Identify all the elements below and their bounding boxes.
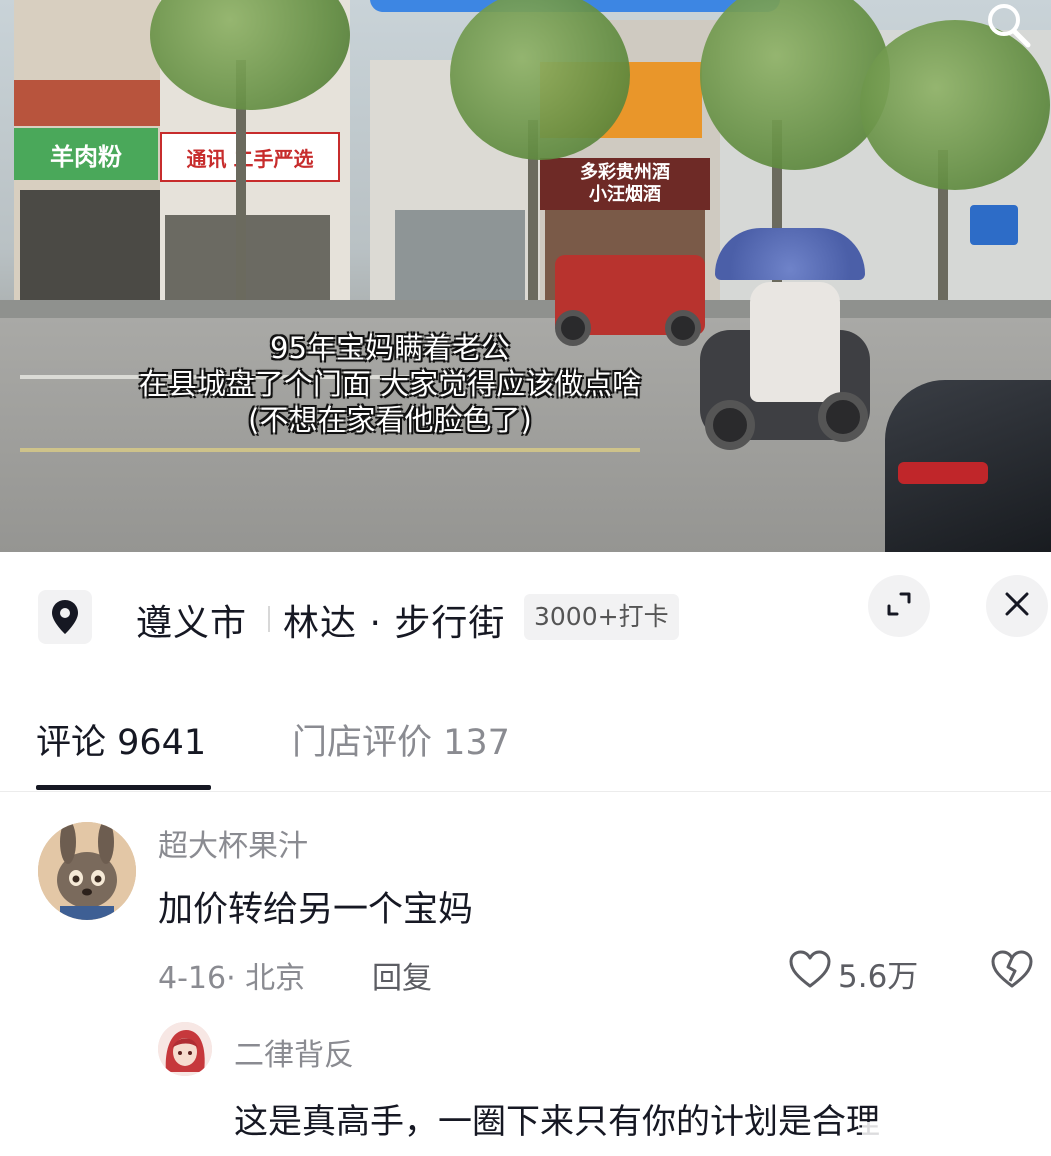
- divider: [268, 606, 270, 632]
- reply-button[interactable]: 回复: [372, 953, 432, 997]
- expand-button[interactable]: [868, 575, 930, 637]
- shop-sign: 羊肉粉: [14, 128, 158, 180]
- reply-username[interactable]: 二律背反: [234, 1030, 354, 1074]
- shop-sign-line: 多彩贵州酒: [580, 162, 670, 183]
- avatar[interactable]: [38, 822, 136, 920]
- building-roof: [14, 80, 164, 126]
- shop-sign-line: 小汪烟酒: [589, 184, 661, 205]
- comment-sheet: 遵义市 林达 · 步行街 3000+打卡 评论 9641 门店评价 137 超大…: [0, 552, 1051, 1156]
- expand-icon: [885, 590, 913, 622]
- video-caption-line: (不想在家看他脸色了): [248, 403, 532, 437]
- like-count: 5.6万: [838, 958, 919, 995]
- location-pin-icon: [38, 590, 92, 644]
- comment-item: 超大杯果汁 加价转给另一个宝妈 4-16· 北京 回复 5.6万: [0, 817, 1051, 1017]
- storefront: [165, 215, 330, 305]
- comment-text: 加价转给另一个宝妈: [158, 890, 474, 930]
- comment-tabs: 评论 9641 门店评价 137: [0, 702, 1051, 792]
- parking-sign: [970, 205, 1018, 245]
- search-icon[interactable]: [978, 0, 1038, 52]
- wheel: [818, 392, 868, 442]
- comment-username[interactable]: 超大杯果汁: [158, 821, 308, 865]
- car-taillight: [898, 462, 988, 484]
- video-player[interactable]: 羊肉粉 通讯 二手严选 多彩贵州酒 小汪烟酒 95年宝妈瞒着老公 在县城盘了个门…: [0, 0, 1051, 552]
- scooter-umbrella: [715, 228, 865, 280]
- close-icon: [1003, 590, 1031, 622]
- storefront: [20, 190, 160, 305]
- video-caption-line: 95年宝妈瞒着老公: [270, 331, 510, 365]
- storefront: [395, 210, 525, 305]
- shop-sign: 通讯 二手严选: [160, 132, 340, 182]
- checkin-count-badge: 3000+打卡: [524, 594, 679, 640]
- location-city: 遵义市: [136, 603, 248, 644]
- reply-text: 这是真高手，一圈下来只有你的计划是合理: [234, 1102, 880, 1142]
- like-button[interactable]: 5.6万: [788, 949, 918, 997]
- avatar[interactable]: [158, 1022, 212, 1076]
- active-tab-indicator: [36, 785, 211, 790]
- location-bar[interactable]: 遵义市 林达 · 步行街 3000+打卡: [0, 575, 1051, 652]
- heart-icon: [788, 949, 832, 997]
- comment-date-location: 4-16· 北京: [158, 961, 306, 996]
- location-street: 林达 · 步行街: [283, 603, 506, 644]
- close-button[interactable]: [986, 575, 1048, 637]
- shop-sign: 多彩贵州酒 小汪烟酒: [540, 158, 710, 210]
- watermark-overlay: [862, 1122, 1012, 1148]
- video-caption-line: 在县城盘了个门面 大家觉得应该做点啥: [138, 367, 642, 401]
- tab-comments[interactable]: 评论 9641: [36, 714, 206, 765]
- tab-store-reviews[interactable]: 门店评价 137: [292, 714, 510, 765]
- lane-marking: [20, 448, 640, 452]
- broken-heart-icon[interactable]: [990, 949, 1034, 993]
